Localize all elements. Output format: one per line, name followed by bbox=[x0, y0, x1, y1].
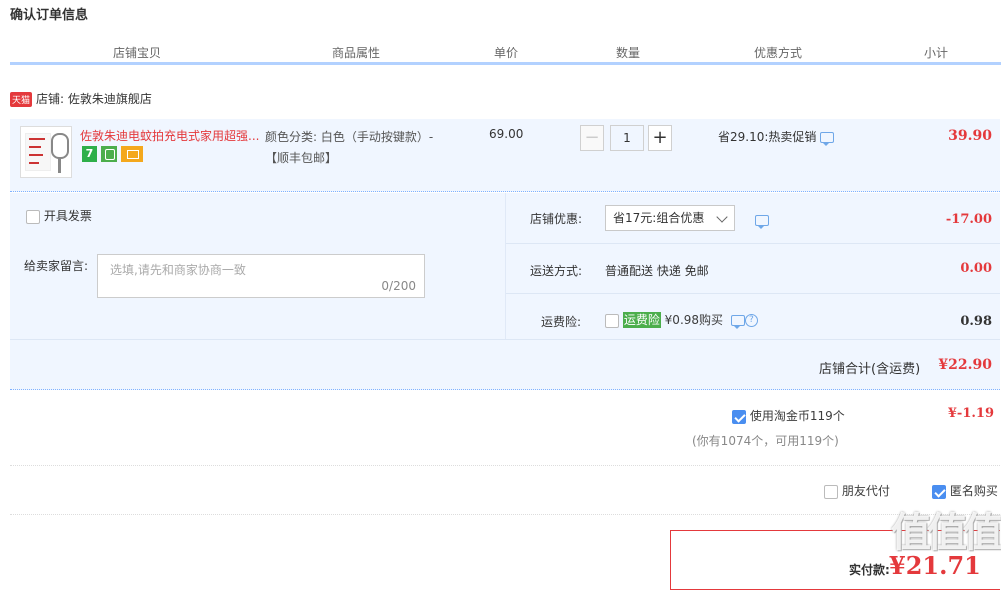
coin-label: 使用淘金币119个 bbox=[749, 409, 845, 423]
message-char-count: 0/200 bbox=[381, 279, 416, 293]
shop-discount-select[interactable]: 省17元:组合优惠 bbox=[605, 205, 735, 231]
anonymous-label: 匿名购买 bbox=[949, 484, 998, 498]
col-shop-item: 店铺宝贝 bbox=[113, 46, 162, 60]
col-quantity: 数量 bbox=[616, 46, 641, 60]
invoice-checkbox[interactable] bbox=[26, 209, 40, 224]
seven-day-return-icon: 7 bbox=[82, 146, 97, 162]
friend-pay-label: 朋友代付 bbox=[841, 484, 890, 498]
delivery-amount: 0.00 bbox=[960, 261, 992, 276]
invoice-option[interactable]: 开具发票 bbox=[26, 207, 92, 224]
chat-icon[interactable] bbox=[755, 215, 769, 229]
product-name-link[interactable]: 佐敦朱迪电蚊拍充电式家用超强... bbox=[80, 127, 265, 144]
quantity-increase-button[interactable]: + bbox=[648, 125, 672, 151]
order-column-header: 店铺宝贝 商品属性 单价 数量 优惠方式 小计 bbox=[10, 40, 1001, 65]
shop-line: 天猫 店铺: 佐敦朱迪旗舰店 bbox=[10, 90, 152, 107]
friend-pay-option[interactable]: 朋友代付 bbox=[824, 482, 890, 499]
message-placeholder: 选填,请先和商家协商一致 bbox=[110, 263, 246, 277]
page-title: 确认订单信息 bbox=[10, 8, 89, 23]
anonymous-checkbox[interactable] bbox=[932, 484, 946, 499]
chat-icon[interactable] bbox=[820, 132, 835, 146]
insurance-label: 运费险: bbox=[541, 315, 582, 329]
coin-option[interactable]: 使用淘金币119个 bbox=[732, 407, 845, 424]
insurance-tag: 运费险 bbox=[622, 312, 661, 328]
col-attributes: 商品属性 bbox=[332, 46, 381, 60]
chevron-down-icon bbox=[716, 211, 728, 223]
quantity-decrease-button[interactable]: − bbox=[580, 125, 604, 151]
message-label: 给卖家留言: bbox=[24, 259, 89, 273]
product-attributes: 颜色分类: 白色（手动按键款）- 【顺丰包邮】 bbox=[265, 127, 450, 169]
anonymous-option[interactable]: 匿名购买 bbox=[932, 482, 998, 499]
shop-total-amount: ¥22.90 bbox=[938, 357, 992, 373]
order-options: 开具发票 给卖家留言: 选填,请先和商家协商一致 0/200 店铺优惠: 省17… bbox=[10, 193, 1000, 390]
purchase-options: 朋友代付 匿名购买 bbox=[10, 466, 1000, 515]
guarantee-icon bbox=[101, 146, 117, 162]
attr-color: 颜色分类: 白色（手动按键款）- bbox=[265, 130, 434, 144]
order-item-row: 佐敦朱迪电蚊拍充电式家用超强... 7 颜色分类: 白色（手动按键款）- 【顺丰… bbox=[10, 119, 1000, 192]
message-textarea[interactable]: 选填,请先和商家协商一致 0/200 bbox=[97, 254, 425, 298]
insurance-amount: 0.98 bbox=[960, 314, 992, 329]
promotion-text: 省29.10:热卖促销 bbox=[718, 130, 817, 144]
invoice-label: 开具发票 bbox=[43, 209, 92, 223]
racket-image bbox=[51, 133, 69, 159]
shop-total-label: 店铺合计(含运费) bbox=[819, 362, 921, 377]
product-image-card bbox=[25, 133, 51, 171]
col-unit-price: 单价 bbox=[494, 46, 519, 60]
col-subtotal: 小计 bbox=[924, 46, 949, 60]
insurance-text: ¥0.98购买 bbox=[664, 313, 724, 327]
col-discount: 优惠方式 bbox=[754, 46, 803, 60]
tmall-icon: 天猫 bbox=[10, 92, 33, 107]
delivery-label: 运送方式: bbox=[530, 264, 583, 278]
unit-price: 69.00 bbox=[489, 127, 524, 141]
coin-amount: ¥-1.19 bbox=[947, 406, 994, 421]
item-subtotal: 39.90 bbox=[948, 128, 992, 144]
shop-discount-value: 省17元:组合优惠 bbox=[613, 211, 705, 225]
shop-discount-amount: -17.00 bbox=[945, 212, 992, 227]
friend-pay-checkbox[interactable] bbox=[824, 484, 838, 499]
item-promotion: 省29.10:热卖促销 bbox=[718, 128, 835, 146]
shop-discount-label: 店铺优惠: bbox=[530, 212, 583, 226]
insurance-option[interactable]: 运费险 ¥0.98购买 ? bbox=[605, 311, 758, 329]
pay-label: 实付款: bbox=[849, 563, 890, 577]
product-thumbnail[interactable] bbox=[20, 126, 72, 178]
coin-note: (你有1074个，可用119个) bbox=[692, 434, 839, 448]
coin-checkbox[interactable] bbox=[732, 409, 746, 424]
chat-icon[interactable] bbox=[730, 315, 745, 329]
delivery-value: 普通配送 快递 免邮 bbox=[605, 264, 709, 278]
insurance-checkbox[interactable] bbox=[605, 313, 619, 328]
coin-discount-section: 使用淘金币119个 (你有1074个，可用119个) ¥-1.19 bbox=[10, 391, 1000, 466]
quantity-input[interactable]: 1 bbox=[610, 125, 644, 151]
help-icon[interactable]: ? bbox=[744, 314, 758, 327]
watermark-logo: 值值值 bbox=[891, 510, 1001, 556]
attr-shipping: 【顺丰包邮】 bbox=[265, 151, 338, 165]
shop-name[interactable]: 店铺: 佐敦朱迪旗舰店 bbox=[36, 92, 152, 106]
credit-card-icon bbox=[121, 146, 143, 162]
